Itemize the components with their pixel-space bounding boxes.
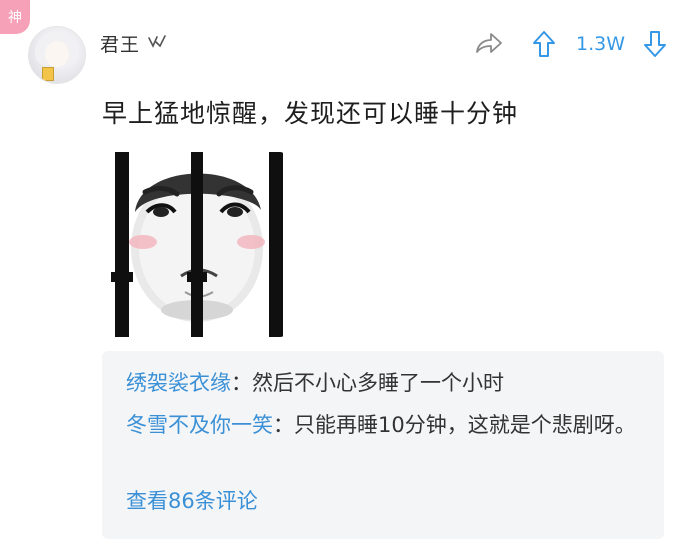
- downvote-arrow-icon[interactable]: [643, 30, 667, 58]
- comment-text: 然后不小心多睡了一个小时: [252, 371, 504, 395]
- vote-count: 1.3W: [576, 33, 626, 55]
- comment-item[interactable]: 绣袈裟衣缘：然后不小心多睡了一个小时: [126, 363, 646, 403]
- comment-separator: ：: [273, 413, 294, 437]
- meme-image[interactable]: [101, 152, 286, 337]
- verified-mark-icon: [148, 35, 166, 48]
- god-comment-badge: 神: [0, 0, 30, 34]
- comments-box: 绣袈裟衣缘：然后不小心多睡了一个小时 冬雪不及你一笑：只能再睡10分钟，这就是个…: [102, 351, 664, 539]
- post-text: 早上猛地惊醒，发现还可以睡十分钟: [102, 99, 519, 128]
- avatar[interactable]: [28, 26, 86, 84]
- comment-text: 只能再睡10分钟，这就是个悲剧呀。: [294, 413, 636, 437]
- badge-label: 神: [8, 10, 22, 26]
- share-icon[interactable]: [474, 30, 504, 56]
- view-more-comments-link[interactable]: 查看86条评论: [126, 485, 258, 515]
- upvote-arrow-icon[interactable]: [532, 30, 556, 58]
- comment-separator: ：: [231, 371, 252, 395]
- username[interactable]: 君王: [100, 30, 140, 57]
- comment-author[interactable]: 绣袈裟衣缘: [126, 371, 231, 395]
- comment-author[interactable]: 冬雪不及你一笑: [126, 413, 273, 437]
- comment-item[interactable]: 冬雪不及你一笑：只能再睡10分钟，这就是个悲剧呀。: [126, 405, 646, 445]
